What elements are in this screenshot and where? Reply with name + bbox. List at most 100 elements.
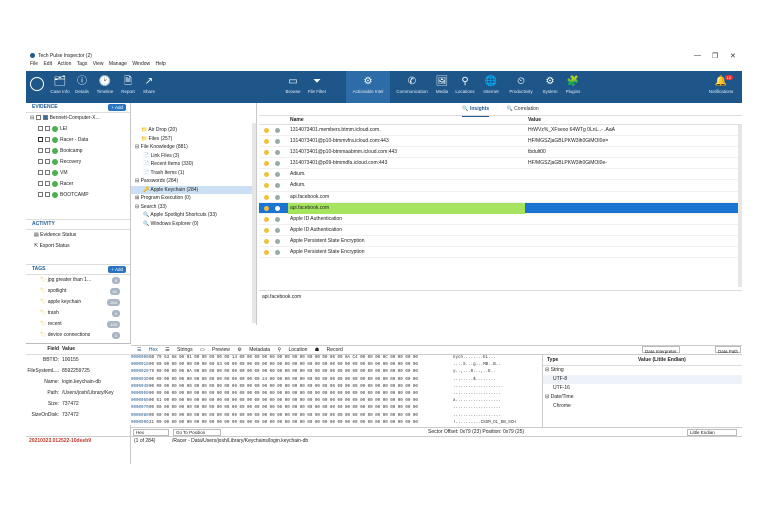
add-tag-button[interactable]: + Add [108, 266, 126, 273]
table-row[interactable]: Apple ID Authentication [259, 225, 742, 236]
tree-item[interactable]: ⊟ Passwords (284) [131, 177, 256, 186]
table-row[interactable]: 1314073401.members.btmm.icloud.com. HrWVz… [259, 125, 742, 137]
interp-group[interactable]: ⊟ Date/Time [543, 393, 742, 402]
expand-icon[interactable]: ⊞ [135, 195, 139, 201]
checkbox[interactable] [35, 115, 41, 121]
menu-window[interactable]: Window [132, 61, 150, 67]
menu-action[interactable]: Action [57, 61, 71, 67]
menu-file[interactable]: File [30, 61, 38, 67]
collapse-icon[interactable]: ⊟ [135, 144, 139, 150]
locations-button[interactable]: ⚲ Locations [452, 71, 478, 103]
tag-item[interactable]: 🏷 trash 9 [26, 308, 130, 319]
productivity-button[interactable]: ⏲ Productivity [504, 71, 538, 103]
table-row[interactable]: 1314073401@p09-btmmdfa.icloud.com:443 HF/… [259, 158, 742, 170]
tab-insights[interactable]: 🔍 Insights [462, 103, 490, 117]
evidence-item[interactable]: VM [26, 168, 130, 179]
menu-manage[interactable]: Manage [109, 61, 127, 67]
tab-preview[interactable]: ▭ Preview [200, 346, 230, 355]
menu-edit[interactable]: Edit [43, 61, 52, 67]
table-row[interactable]: 1314073401@p10-btmmaabmm.icloud.com:443 t… [259, 147, 742, 159]
checkbox[interactable] [38, 148, 43, 154]
table-row[interactable]: 1314073401@p10-btmmvfra.icloud.com:443 HF… [259, 136, 742, 148]
file-filter-button[interactable]: ⏷ File Filter [305, 71, 329, 103]
column-value-header[interactable]: Value [526, 116, 731, 125]
evidence-root[interactable]: ⊟ Bennett-Computer-X... [26, 113, 130, 124]
checkbox-checked[interactable] [38, 137, 43, 143]
tree-item[interactable]: 📄 Recent Items (330) [131, 160, 256, 169]
export-status-item[interactable]: ⇱ Export Status [26, 241, 130, 252]
collapse-icon[interactable]: ⊟ [135, 178, 139, 184]
table-row[interactable]: Apple Persistent State Encryption [259, 236, 742, 248]
tree-item-selected[interactable]: 🔑 Apple Keychain (284) [131, 185, 256, 194]
tree-item[interactable]: 📁 Air Drop (20) [131, 126, 256, 135]
evidence-item[interactable]: Bootcamp [26, 146, 130, 157]
communication-button[interactable]: ✆ Communication [392, 71, 432, 103]
table-row[interactable]: Adium. [259, 180, 742, 192]
checkbox[interactable] [38, 126, 43, 132]
table-row[interactable]: api.facebook.com [259, 192, 742, 203]
interp-row[interactable]: Chrome [543, 402, 742, 411]
minimize-button[interactable]: — [694, 52, 701, 59]
tag-item[interactable]: 🏷 jpg greater than 1... 8 [26, 275, 130, 286]
evidence-item[interactable]: Racer [26, 179, 130, 190]
checkbox[interactable] [38, 170, 43, 176]
case-info-button[interactable]: 🗂 Case Info [50, 71, 70, 103]
table-row[interactable]: Apple ID Authentication [259, 214, 742, 225]
evidence-item[interactable]: BOOTCAMP [26, 190, 130, 201]
tree-item[interactable]: 🔍 Apple Spotlight Shortcuts (33) [131, 211, 256, 220]
evidence-item[interactable]: LEI [26, 124, 130, 135]
share-button[interactable]: ↗ Share [140, 71, 158, 103]
internet-button[interactable]: 🌐 Internet [479, 71, 503, 103]
tree-item[interactable]: 📁 Files (257) [131, 135, 256, 144]
add-evidence-button[interactable]: + Add [108, 104, 126, 111]
checkbox[interactable] [38, 181, 43, 187]
table-row[interactable]: Apple Persistent State Encryption [259, 247, 742, 259]
tree-item[interactable]: ⊞ Program Execution (0) [131, 194, 256, 203]
evidence-status-item[interactable]: ▤ Evidence Status [26, 230, 130, 241]
interp-group[interactable]: ⊟ String [543, 366, 742, 375]
endian-dropdown[interactable]: Little Endian [687, 429, 737, 436]
evidence-item[interactable]: Racer - Data [26, 135, 130, 146]
tab-record[interactable]: ☗ Record [315, 346, 343, 355]
tag-item[interactable]: 🏷 device connections 2 [26, 330, 130, 341]
data-path-dropdown[interactable]: Data Path [715, 346, 742, 354]
maximize-button[interactable]: ❐ [712, 52, 718, 60]
browse-button[interactable]: ▭ Browse [282, 71, 304, 103]
evidence-item[interactable]: Recovery [26, 157, 130, 168]
menu-view[interactable]: View [93, 61, 104, 67]
actionable-intel-button[interactable]: ⚙ Actionable Intel [346, 71, 390, 103]
tag-item[interactable]: 🏷 apple keychain 254 [26, 297, 130, 308]
checkbox[interactable] [38, 159, 43, 165]
grid-scrollbar[interactable] [738, 125, 742, 287]
table-row-selected[interactable]: api.facebook.com [259, 202, 742, 214]
home-logo-icon[interactable] [30, 77, 44, 91]
close-button[interactable]: ✕ [730, 52, 736, 60]
report-button[interactable]: 🗎 Report [118, 71, 138, 103]
tree-item[interactable]: 🔍 Windows Explorer (0) [131, 220, 256, 229]
tab-hex[interactable]: ☰ Hex [137, 346, 158, 355]
column-name-header[interactable]: Name [288, 116, 525, 125]
tab-strings[interactable]: ☰ Strings [165, 346, 192, 355]
hex-view[interactable]: 0000000 0000010 0000020 0000030 0000040 00000… [131, 355, 542, 427]
plugins-button[interactable]: 🧩 Plugins [562, 71, 584, 103]
system-button[interactable]: ⚙ System [539, 71, 561, 103]
menu-tags[interactable]: Tags [77, 61, 88, 67]
interpreter-dropdown[interactable]: Data Interpreter [642, 346, 680, 354]
tree-item[interactable]: ⊟ File Knowledge (881) [131, 143, 256, 152]
tab-correlation[interactable]: 🔍 Correlation [507, 103, 539, 116]
tab-location[interactable]: ⚲ Location [277, 346, 307, 355]
details-button[interactable]: ⓘ Details [72, 71, 92, 103]
tree-scrollbar[interactable] [252, 123, 256, 323]
tree-item[interactable]: 📄 Link Files (3) [131, 152, 256, 161]
menu-help[interactable]: Help [156, 61, 166, 67]
timeline-button[interactable]: 🕑 Timeline [94, 71, 116, 103]
format-dropdown[interactable]: Hex [133, 429, 169, 436]
tag-item[interactable]: 🏷 recent 100 [26, 319, 130, 330]
media-button[interactable]: 🖼 Media [433, 71, 451, 103]
collapse-icon[interactable]: ⊟ [135, 204, 139, 210]
goto-position-input[interactable]: Go To Position [173, 429, 221, 436]
tab-metadata[interactable]: ⚙ Metadata [237, 346, 270, 355]
tree-item[interactable]: ⊟ Search (33) [131, 203, 256, 212]
checkbox[interactable] [38, 192, 43, 198]
tag-item[interactable]: 🏷 spotlight 61 [26, 286, 130, 297]
